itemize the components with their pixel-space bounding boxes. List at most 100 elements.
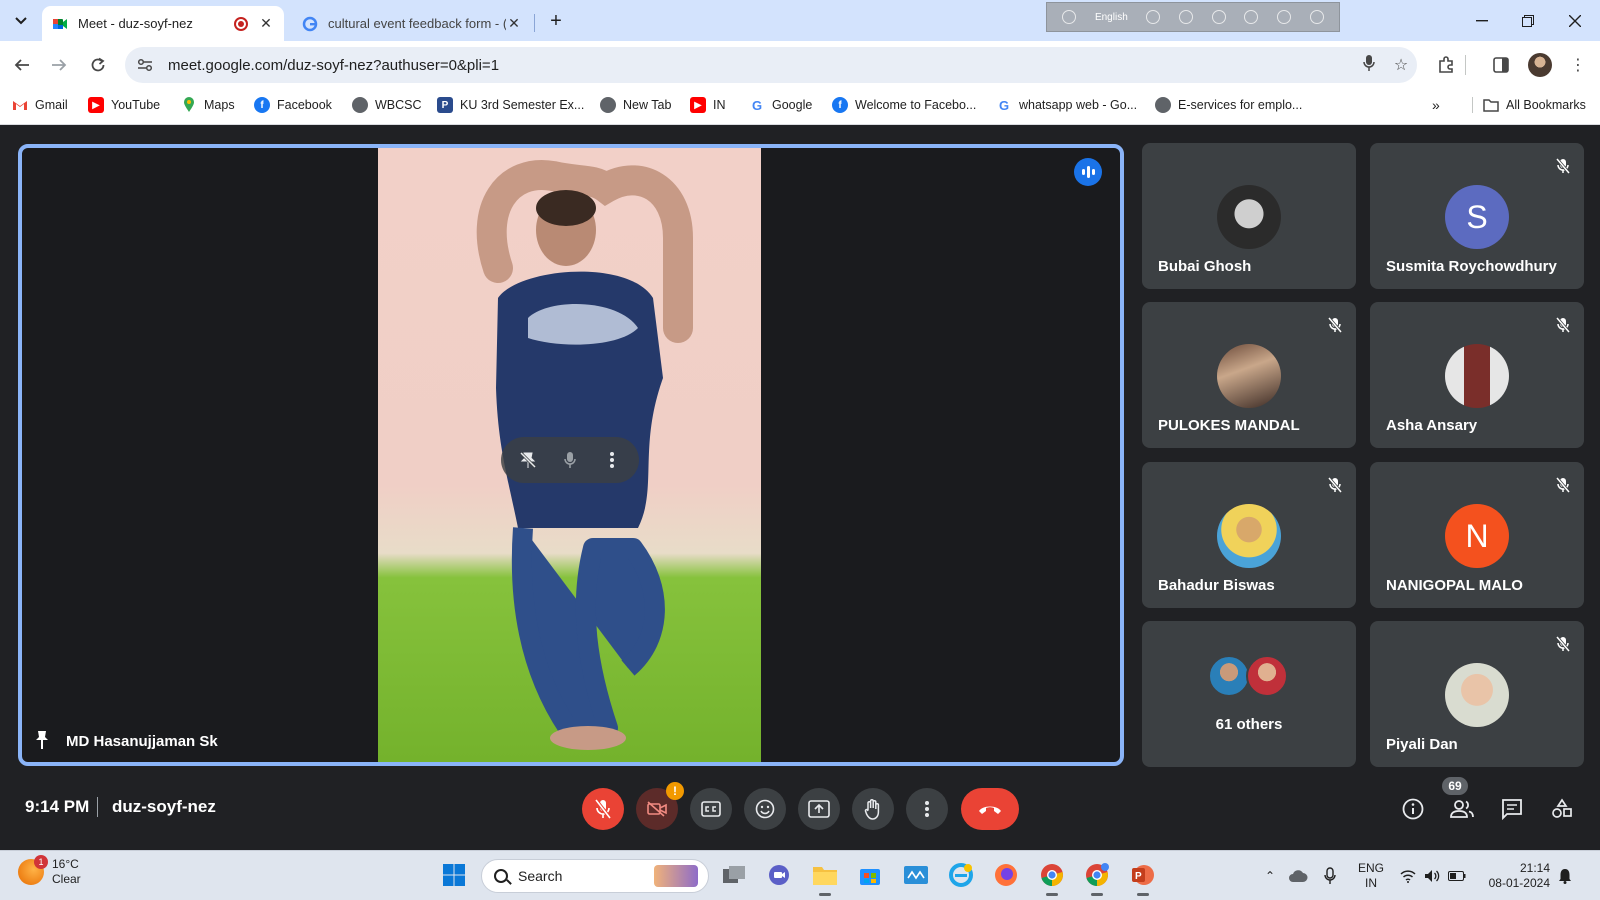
mic-off-icon	[1552, 633, 1574, 655]
teams-chat-app[interactable]	[763, 859, 795, 891]
taskbar-search[interactable]: Search	[481, 859, 709, 893]
powerpoint-app[interactable]: P	[1127, 859, 1159, 896]
bookmark-youtube[interactable]: ▶ YouTube	[88, 97, 160, 113]
start-button[interactable]	[438, 859, 470, 891]
bookmarks-overflow-icon[interactable]: »	[1432, 97, 1440, 113]
globe-icon	[600, 97, 616, 113]
firefox-app[interactable]	[990, 859, 1022, 891]
ime-mode-icon[interactable]	[1062, 10, 1077, 24]
others-tile[interactable]: 61 others	[1142, 621, 1356, 767]
forward-button[interactable]	[45, 51, 73, 79]
notifications-icon[interactable]	[1550, 868, 1580, 884]
task-view-button[interactable]	[718, 859, 750, 891]
file-explorer-app[interactable]	[809, 859, 841, 896]
back-button[interactable]	[8, 51, 36, 79]
close-window-button[interactable]	[1555, 8, 1595, 34]
microphone-toggle-button[interactable]	[582, 788, 624, 830]
reload-button[interactable]	[84, 51, 112, 79]
info-icon[interactable]	[1309, 10, 1324, 24]
participant-tile[interactable]: Asha Ansary	[1370, 302, 1584, 448]
tab-search-button[interactable]	[8, 8, 34, 34]
microsoft-store-app[interactable]	[854, 859, 886, 891]
participant-tile[interactable]: N NANIGOPAL MALO	[1370, 462, 1584, 608]
tab-feedback-form[interactable]: cultural event feedback form - ( ✕	[292, 6, 532, 41]
mydp-app[interactable]	[900, 859, 932, 891]
weather-widget[interactable]: 1 16°C Clear	[18, 855, 81, 887]
reactions-button[interactable]	[744, 788, 786, 830]
tile-hover-controls	[501, 437, 639, 483]
address-bar[interactable]: meet.google.com/duz-soyf-nez?authuser=0&…	[125, 47, 1417, 83]
battery-icon[interactable]	[1444, 871, 1470, 881]
bookmark-star-icon[interactable]: ☆	[1385, 55, 1417, 75]
tab-title: Meet - duz-soyf-nez	[78, 16, 193, 31]
help-icon[interactable]	[1276, 10, 1291, 24]
bookmark-label: Google	[772, 98, 813, 112]
new-tab-button[interactable]: +	[543, 8, 569, 34]
more-options-button[interactable]	[906, 788, 948, 830]
show-hidden-icons[interactable]: ⌃	[1258, 869, 1282, 883]
raise-hand-button[interactable]	[852, 788, 894, 830]
settings-icon[interactable]	[1211, 10, 1226, 24]
participant-name: Bubai Ghosh	[1158, 258, 1252, 275]
chrome-profile-app[interactable]	[1081, 859, 1113, 896]
edit-icon[interactable]	[1244, 10, 1259, 24]
meeting-details-button[interactable]	[1395, 791, 1431, 827]
chat-button[interactable]	[1494, 791, 1530, 827]
windows-logo-icon	[443, 864, 465, 886]
bookmark-in[interactable]: ▶ IN	[690, 97, 726, 113]
restore-button[interactable]	[1508, 8, 1548, 34]
more-menu-icon[interactable]: ⋮	[1564, 51, 1592, 79]
bookmark-e-services[interactable]: E-services for emplo...	[1155, 97, 1302, 113]
side-panel-icon[interactable]	[1487, 51, 1515, 79]
all-bookmarks-button[interactable]: All Bookmarks	[1472, 97, 1586, 113]
participant-tile[interactable]: Bahadur Biswas	[1142, 462, 1356, 608]
bookmark-label: WBCSC	[375, 98, 422, 112]
main-video-tile[interactable]: MD Hasanujjaman Sk	[18, 144, 1124, 766]
unpin-button[interactable]	[511, 443, 545, 477]
bookmark-whatsapp-web[interactable]: G whatsapp web - Go...	[996, 97, 1137, 113]
tile-mic-button[interactable]	[553, 443, 587, 477]
ime-toolbar[interactable]: English	[1046, 2, 1340, 32]
people-button[interactable]: 69	[1442, 777, 1480, 827]
wifi-icon[interactable]	[1396, 869, 1420, 883]
bookmark-new-tab[interactable]: New Tab	[600, 97, 671, 113]
clock[interactable]: 21:14 08-01-2024	[1470, 861, 1550, 891]
tile-more-options-button[interactable]	[595, 443, 629, 477]
bookmark-google[interactable]: G Google	[749, 97, 812, 113]
bookmark-maps[interactable]: Maps	[181, 97, 235, 113]
bookmark-ku-exam[interactable]: P KU 3rd Semester Ex...	[437, 97, 584, 113]
weather-icon: 1	[18, 855, 48, 885]
microphone-icon[interactable]	[1314, 867, 1346, 885]
minimize-button[interactable]	[1462, 8, 1502, 34]
tab-meet[interactable]: Meet - duz-soyf-nez ✕	[42, 6, 284, 41]
present-screen-button[interactable]	[798, 788, 840, 830]
close-tab-icon[interactable]: ✕	[258, 15, 274, 32]
internet-explorer-app[interactable]	[945, 859, 977, 891]
participant-tile[interactable]: Bubai Ghosh	[1142, 143, 1356, 289]
microphone-icon[interactable]	[1353, 54, 1385, 77]
site-info-icon[interactable]	[128, 51, 162, 79]
camera-toggle-button[interactable]: !	[636, 782, 684, 830]
bookmark-wbcsc[interactable]: WBCSC	[352, 97, 422, 113]
activities-button[interactable]	[1544, 791, 1580, 827]
leave-call-button[interactable]	[961, 788, 1019, 830]
participant-tile[interactable]: Piyali Dan	[1370, 621, 1584, 767]
people-count-badge: 69	[1442, 777, 1468, 795]
profile-avatar[interactable]	[1528, 53, 1552, 77]
bookmark-welcome-facebook[interactable]: f Welcome to Facebo...	[832, 97, 976, 113]
chrome-app[interactable]	[1036, 859, 1068, 896]
pen-icon[interactable]	[1179, 10, 1194, 24]
extensions-icon[interactable]	[1432, 51, 1460, 79]
close-tab-icon[interactable]: ✕	[506, 15, 522, 32]
bookmark-facebook[interactable]: f Facebook	[254, 97, 332, 113]
url-text[interactable]: meet.google.com/duz-soyf-nez?authuser=0&…	[162, 57, 1353, 74]
captions-button[interactable]	[690, 788, 732, 830]
volume-icon[interactable]	[1420, 869, 1444, 883]
bookmark-gmail[interactable]: Gmail	[12, 97, 68, 113]
keyboard-icon[interactable]	[1146, 10, 1161, 24]
language-indicator[interactable]: ENG IN	[1346, 861, 1396, 891]
ime-language[interactable]: English	[1095, 12, 1128, 23]
participant-tile[interactable]: S Susmita Roychowdhury	[1370, 143, 1584, 289]
onedrive-icon[interactable]	[1282, 869, 1314, 883]
participant-tile[interactable]: PULOKES MANDAL	[1142, 302, 1356, 448]
